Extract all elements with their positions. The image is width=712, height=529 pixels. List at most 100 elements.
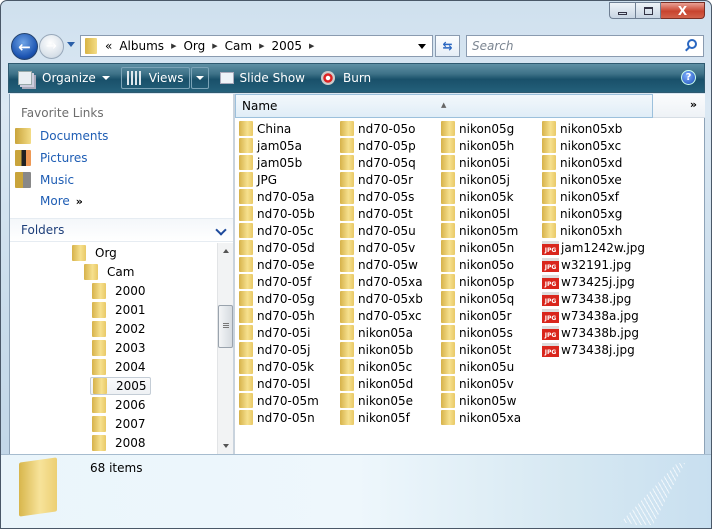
folder-item[interactable]: nikon05e <box>340 392 413 409</box>
breadcrumb-2005[interactable]: 2005 <box>271 39 302 53</box>
address-bar[interactable]: « Albums ▶ Org ▶ Cam ▶ 2005 ▶ <box>80 35 433 57</box>
breadcrumb-cam[interactable]: Cam <box>225 39 252 53</box>
tree-item[interactable]: 2007 <box>90 415 149 433</box>
folder-item[interactable]: nikon05b <box>340 341 413 358</box>
file-item[interactable]: JPG w73438.jpg <box>542 290 631 307</box>
folder-item[interactable]: nd70-05i <box>239 324 310 341</box>
folder-item[interactable]: China <box>239 120 291 137</box>
help-button[interactable]: ? <box>681 70 696 85</box>
folder-item[interactable]: nikon05w <box>441 392 517 409</box>
tree-item[interactable]: Org <box>70 244 120 262</box>
folder-item[interactable]: nikon05xe <box>542 171 622 188</box>
breadcrumb-separator-icon[interactable]: ▶ <box>171 42 176 50</box>
folder-item[interactable]: nd70-05d <box>239 239 315 256</box>
views-button[interactable]: Views <box>120 67 190 89</box>
close-button[interactable]: X <box>661 2 705 19</box>
folder-item[interactable]: nikon05xb <box>542 120 622 137</box>
folder-item[interactable]: nd70-05u <box>340 222 416 239</box>
minimize-button[interactable] <box>609 2 635 19</box>
folder-item[interactable]: jam05a <box>239 137 302 154</box>
folder-item[interactable]: nd70-05h <box>239 307 315 324</box>
folder-tree-scrollbar[interactable] <box>217 243 234 454</box>
more-columns-button[interactable]: » <box>653 94 705 118</box>
folder-item[interactable]: JPG <box>239 171 277 188</box>
folder-item[interactable]: nd70-05xc <box>340 307 422 324</box>
folder-item[interactable]: nd70-05p <box>340 137 416 154</box>
folder-item[interactable]: nd70-05g <box>239 290 315 307</box>
favorite-music[interactable]: Music <box>15 172 74 188</box>
folder-item[interactable]: nikon05xf <box>542 188 619 205</box>
tree-item[interactable]: 2001 <box>90 301 149 319</box>
folder-item[interactable]: nikon05a <box>340 324 413 341</box>
file-item[interactable]: JPG w32191.jpg <box>542 256 631 273</box>
burn-button[interactable]: Burn <box>316 67 376 89</box>
folder-item[interactable]: nikon05d <box>340 375 413 392</box>
folder-item[interactable]: nikon05t <box>441 341 511 358</box>
folder-item[interactable]: nikon05p <box>441 273 514 290</box>
folder-item[interactable]: nikon05n <box>441 239 514 256</box>
folder-item[interactable]: nd70-05m <box>239 392 319 409</box>
recent-pages-dropdown[interactable] <box>67 42 75 47</box>
folder-item[interactable]: nikon05k <box>441 188 514 205</box>
folder-item[interactable]: nikon05xa <box>441 409 521 426</box>
breadcrumb-separator-icon[interactable]: ▶ <box>259 42 264 50</box>
tree-item[interactable]: 2006 <box>90 396 149 414</box>
folder-item[interactable]: nd70-05c <box>239 222 314 239</box>
folder-item[interactable]: nikon05xg <box>542 205 622 222</box>
file-item[interactable]: JPG jam1242w.jpg <box>542 239 645 256</box>
views-dropdown-button[interactable] <box>190 67 209 89</box>
file-item[interactable]: JPG w73438j.jpg <box>542 341 635 358</box>
refresh-button[interactable]: ⇆ <box>435 35 460 57</box>
folder-item[interactable]: nd70-05r <box>340 171 413 188</box>
folder-item[interactable]: nikon05h <box>441 137 514 154</box>
maximize-button[interactable] <box>635 2 661 19</box>
folder-item[interactable]: nd70-05q <box>340 154 416 171</box>
folder-item[interactable]: jam05b <box>239 154 302 171</box>
folder-item[interactable]: nikon05c <box>340 358 412 375</box>
column-header-name[interactable]: ▲ Name <box>235 94 653 118</box>
address-dropdown-icon[interactable] <box>418 44 426 49</box>
folder-item[interactable]: nikon05q <box>441 290 514 307</box>
tree-item[interactable]: 2005 <box>90 377 151 395</box>
search-input[interactable]: Search <box>466 35 704 57</box>
folder-item[interactable]: nikon05u <box>441 358 514 375</box>
folder-item[interactable]: nikon05g <box>441 120 514 137</box>
folder-item[interactable]: nd70-05w <box>340 256 418 273</box>
folder-item[interactable]: nikon05v <box>441 375 514 392</box>
folder-item[interactable]: nd70-05t <box>340 205 413 222</box>
scroll-up-icon[interactable] <box>223 249 229 253</box>
folder-item[interactable]: nd70-05k <box>239 358 314 375</box>
favorite-pictures[interactable]: Pictures <box>15 150 88 166</box>
folder-item[interactable]: nd70-05xa <box>340 273 423 290</box>
breadcrumb-overflow[interactable]: « <box>105 39 112 53</box>
folder-item[interactable]: nd70-05j <box>239 341 310 358</box>
slideshow-button[interactable]: Slide Show <box>215 67 310 89</box>
scroll-thumb[interactable] <box>218 305 233 348</box>
folder-item[interactable]: nikon05xh <box>542 222 622 239</box>
scroll-down-icon[interactable] <box>223 444 229 448</box>
folder-item[interactable]: nd70-05v <box>340 239 415 256</box>
favorite-documents[interactable]: Documents <box>15 128 108 144</box>
folder-item[interactable]: nd70-05f <box>239 273 311 290</box>
folder-item[interactable]: nikon05f <box>340 409 410 426</box>
folder-item[interactable]: nd70-05xb <box>340 290 423 307</box>
file-item[interactable]: JPG w73438a.jpg <box>542 307 639 324</box>
folder-item[interactable]: nd70-05s <box>340 188 414 205</box>
file-item[interactable]: JPG w73438b.jpg <box>542 324 639 341</box>
tree-item[interactable]: 2004 <box>90 358 149 376</box>
folder-item[interactable]: nikon05l <box>441 205 510 222</box>
tree-item[interactable]: 2000 <box>90 282 149 300</box>
tree-item[interactable]: 2008 <box>90 434 149 452</box>
breadcrumb-separator-icon[interactable]: ▶ <box>309 42 314 50</box>
forward-button[interactable]: → <box>39 34 64 59</box>
folder-item[interactable]: nikon05j <box>441 171 510 188</box>
favorite-more[interactable]: More » <box>40 194 83 208</box>
folder-item[interactable]: nikon05xc <box>542 137 621 154</box>
folder-item[interactable]: nikon05r <box>441 307 512 324</box>
breadcrumb-org[interactable]: Org <box>183 39 205 53</box>
folder-item[interactable]: nd70-05e <box>239 256 314 273</box>
folder-item[interactable]: nikon05xd <box>542 154 622 171</box>
folder-item[interactable]: nd70-05o <box>340 120 415 137</box>
folder-item[interactable]: nikon05o <box>441 256 514 273</box>
organize-button[interactable]: Organize <box>13 67 115 89</box>
